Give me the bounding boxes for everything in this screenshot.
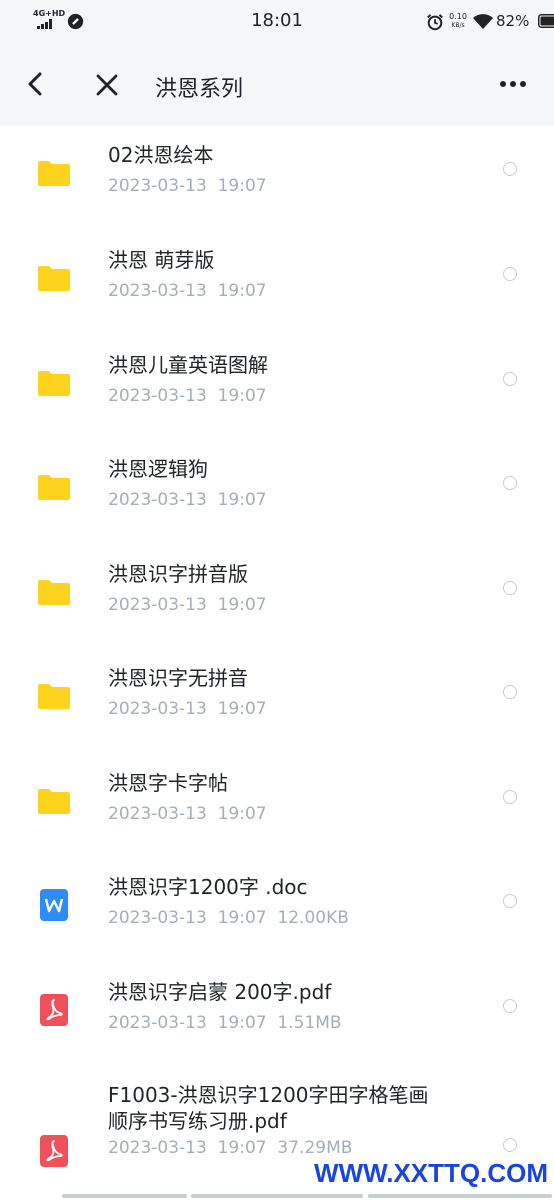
file-row[interactable]: 洪恩识字启蒙 200字.pdf 2023-03-13 19:07 1.51MB xyxy=(0,963,554,1068)
file-name: 洪恩识字无拼音 xyxy=(108,665,248,691)
file-name-line: 02洪恩绘本 xyxy=(108,143,214,167)
folder-icon xyxy=(37,575,71,609)
file-name: 02洪恩绘本 xyxy=(108,142,213,168)
file-meta: 2023-03-13 19:07 37.29MB xyxy=(108,1138,353,1158)
page-title: 洪恩系列 xyxy=(155,77,244,102)
file-name: 洪恩字卡字帖 xyxy=(108,770,228,796)
chevron-left-icon[interactable] xyxy=(22,70,50,98)
folder-icon xyxy=(37,679,71,713)
select-radio[interactable] xyxy=(503,894,517,908)
app-bar: 洪恩系列 xyxy=(0,44,554,126)
file-name: 洪恩 萌芽版 xyxy=(108,247,214,273)
status-bar: 4G+HD 18:01 0.10 KB/s 82% xyxy=(0,0,554,44)
folder-icon xyxy=(37,784,71,818)
file-name: 洪恩逻辑狗 xyxy=(108,456,208,482)
folder-row[interactable]: 洪恩逻辑狗 2023-03-13 19:07 xyxy=(0,440,554,545)
file-name: 洪恩儿童英语图解 xyxy=(108,352,268,378)
folder-icon xyxy=(37,261,71,295)
select-radio[interactable] xyxy=(503,162,517,176)
folder-row[interactable]: 洪恩识字拼音版 2023-03-13 19:07 xyxy=(0,545,554,649)
more-icon[interactable] xyxy=(498,74,528,94)
file-name: F1003-洪恩识字1200字田字格笔画 顺序书写练习册.pdf xyxy=(108,1082,429,1134)
file-meta: 2023-03-13 19:07 xyxy=(108,386,267,406)
word-doc-icon xyxy=(37,888,71,922)
folder-row[interactable]: 洪恩识字无拼音 2023-03-13 19:07 xyxy=(0,649,554,754)
pdf-icon xyxy=(37,1134,71,1168)
file-meta: 2023-03-13 19:07 xyxy=(108,595,267,615)
select-radio[interactable] xyxy=(503,267,517,281)
file-name-line: 洪恩 萌芽版 xyxy=(108,248,215,272)
file-meta: 2023-03-13 19:07 xyxy=(108,699,267,719)
wifi-icon xyxy=(473,14,493,29)
select-radio[interactable] xyxy=(503,1138,517,1152)
file-name: 洪恩识字启蒙 200字.pdf xyxy=(108,979,331,1005)
select-radio[interactable] xyxy=(503,372,517,386)
file-name-line: 洪恩识字无拼音 xyxy=(108,666,248,690)
file-name-line: F1003-洪恩识字1200字田字格笔画 xyxy=(108,1083,429,1107)
file-name-line: 洪恩逻辑狗 xyxy=(108,457,208,481)
file-name: 洪恩识字1200字 .doc xyxy=(108,874,308,900)
file-meta: 2023-03-13 19:07 xyxy=(108,804,267,824)
pdf-icon xyxy=(37,993,71,1027)
folder-row[interactable]: 洪恩字卡字帖 2023-03-13 19:07 xyxy=(0,754,554,858)
select-radio[interactable] xyxy=(503,790,517,804)
file-name-line: 洪恩儿童英语图解 xyxy=(108,353,268,377)
close-icon[interactable] xyxy=(92,70,122,100)
file-name: 洪恩识字拼音版 xyxy=(108,561,248,587)
folder-row[interactable]: 洪恩儿童英语图解 2023-03-13 19:07 xyxy=(0,336,554,440)
scroll-indicator xyxy=(62,1194,552,1198)
speed-value: 0.10 xyxy=(449,12,467,21)
battery-percent: 82% xyxy=(496,12,530,30)
file-meta: 2023-03-13 19:07 12.00KB xyxy=(108,908,349,928)
network-speed: 0.10 KB/s xyxy=(447,12,469,30)
speed-unit: KB/s xyxy=(451,22,465,29)
file-name-line: 洪恩识字拼音版 xyxy=(108,562,248,586)
file-meta: 2023-03-13 19:07 xyxy=(108,281,267,301)
select-radio[interactable] xyxy=(503,581,517,595)
folder-row[interactable]: 洪恩 萌芽版 2023-03-13 19:07 xyxy=(0,231,554,336)
select-radio[interactable] xyxy=(503,476,517,490)
file-meta: 2023-03-13 19:07 xyxy=(108,490,267,510)
watermark: WWW.XXTTQ.COM xyxy=(314,1158,548,1188)
folder-row[interactable]: 02洪恩绘本 2023-03-13 19:07 xyxy=(0,126,554,231)
folder-icon xyxy=(37,366,71,400)
file-name-line: 洪恩识字启蒙 200字.pdf xyxy=(108,980,332,1004)
file-row[interactable]: 洪恩识字1200字 .doc 2023-03-13 19:07 12.00KB xyxy=(0,858,554,963)
folder-icon xyxy=(37,156,71,190)
clock: 18:01 xyxy=(251,10,303,31)
folder-icon xyxy=(37,470,71,504)
select-radio[interactable] xyxy=(503,999,517,1013)
file-name-line: 洪恩识字1200字 .doc xyxy=(108,875,308,899)
file-meta: 2023-03-13 19:07 1.51MB xyxy=(108,1013,342,1033)
select-radio[interactable] xyxy=(503,685,517,699)
battery-icon xyxy=(538,14,554,28)
alarm-icon xyxy=(427,14,443,31)
file-name-line: 洪恩字卡字帖 xyxy=(108,771,228,795)
file-meta: 2023-03-13 19:07 xyxy=(108,176,267,196)
file-name-line-2: 顺序书写练习册.pdf xyxy=(108,1109,287,1133)
